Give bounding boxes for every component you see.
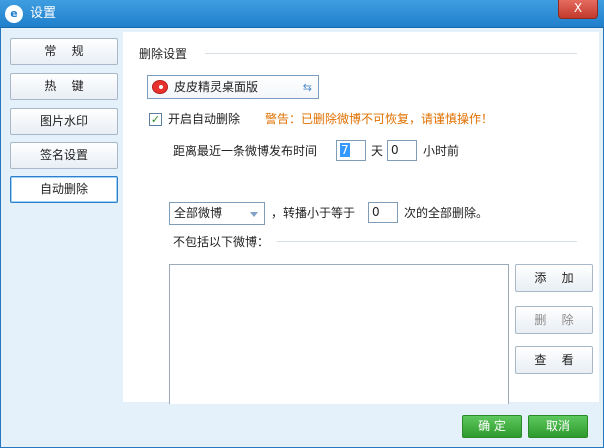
sidebar-item-auto-delete[interactable]: 自动删除 (10, 176, 118, 203)
delete-button[interactable]: 删 除 (515, 306, 593, 334)
ok-button[interactable]: 确 定 (462, 415, 522, 438)
view-button[interactable]: 查 看 (515, 346, 593, 374)
account-selector[interactable]: 皮皮精灵桌面版 ⇆ (147, 75, 319, 99)
app-logo-icon: e (5, 5, 23, 23)
section-divider (205, 53, 577, 54)
cancel-button[interactable]: 取消 (528, 415, 588, 438)
exclude-divider (277, 241, 577, 242)
window-title: 设置 (30, 6, 57, 21)
settings-panel: 删除设置 皮皮精灵桌面版 ⇆ ✓ 开启自动删除 警告：已删除微博不可恢复，请谨慎… (123, 32, 599, 406)
close-button[interactable]: X (558, 0, 598, 19)
weibo-icon (152, 80, 168, 94)
chevron-down-icon (250, 212, 258, 217)
time-prefix-label: 距离最近一条微博发布时间 (173, 144, 318, 158)
title-bar: e 设置 X (0, 0, 604, 28)
sidebar-item-image-watermark[interactable]: 图片水印 (10, 108, 118, 135)
enable-auto-delete-label[interactable]: 开启自动删除 (168, 112, 240, 127)
days-value: 7 (340, 143, 350, 157)
weibo-type-dropdown[interactable]: 全部微博 (169, 202, 265, 225)
add-button[interactable]: 添 加 (515, 264, 593, 292)
sidebar-item-signature[interactable]: 签名设置 (10, 142, 118, 169)
hours-input[interactable]: 0 (387, 140, 417, 161)
warning-text: 警告：已删除微博不可恢复，请谨慎操作！ (265, 112, 494, 126)
days-input[interactable]: 7 (336, 140, 366, 161)
sidebar-item-general[interactable]: 常 规 (10, 38, 118, 65)
account-name: 皮皮精灵桌面版 (174, 80, 259, 94)
sidebar-item-hotkeys[interactable]: 热 键 (10, 73, 118, 100)
dialog-footer: 确 定 取消 (1, 404, 603, 448)
repost-count-input[interactable]: 0 (368, 202, 398, 223)
enable-auto-delete-checkbox[interactable]: ✓ (149, 113, 162, 126)
sidebar: 常 规 热 键 图片水印 签名设置 自动删除 (1, 28, 123, 404)
weibo-type-value: 全部微博 (174, 206, 223, 220)
repost-prefix-label: ，转播小于等于 (271, 206, 356, 220)
excluded-weibo-list[interactable] (169, 264, 509, 406)
swap-icon: ⇆ (302, 81, 312, 94)
settings-window: 常 规 热 键 图片水印 签名设置 自动删除 删除设置 皮皮精灵桌面版 ⇆ ✓ … (0, 28, 604, 448)
days-unit-label: 天 (371, 144, 384, 158)
hours-unit-label: 小时前 (423, 144, 460, 158)
repost-suffix-label: 次的全部删除。 (404, 206, 489, 220)
exclude-label: 不包括以下微博： (173, 235, 270, 249)
section-title: 删除设置 (139, 47, 188, 61)
